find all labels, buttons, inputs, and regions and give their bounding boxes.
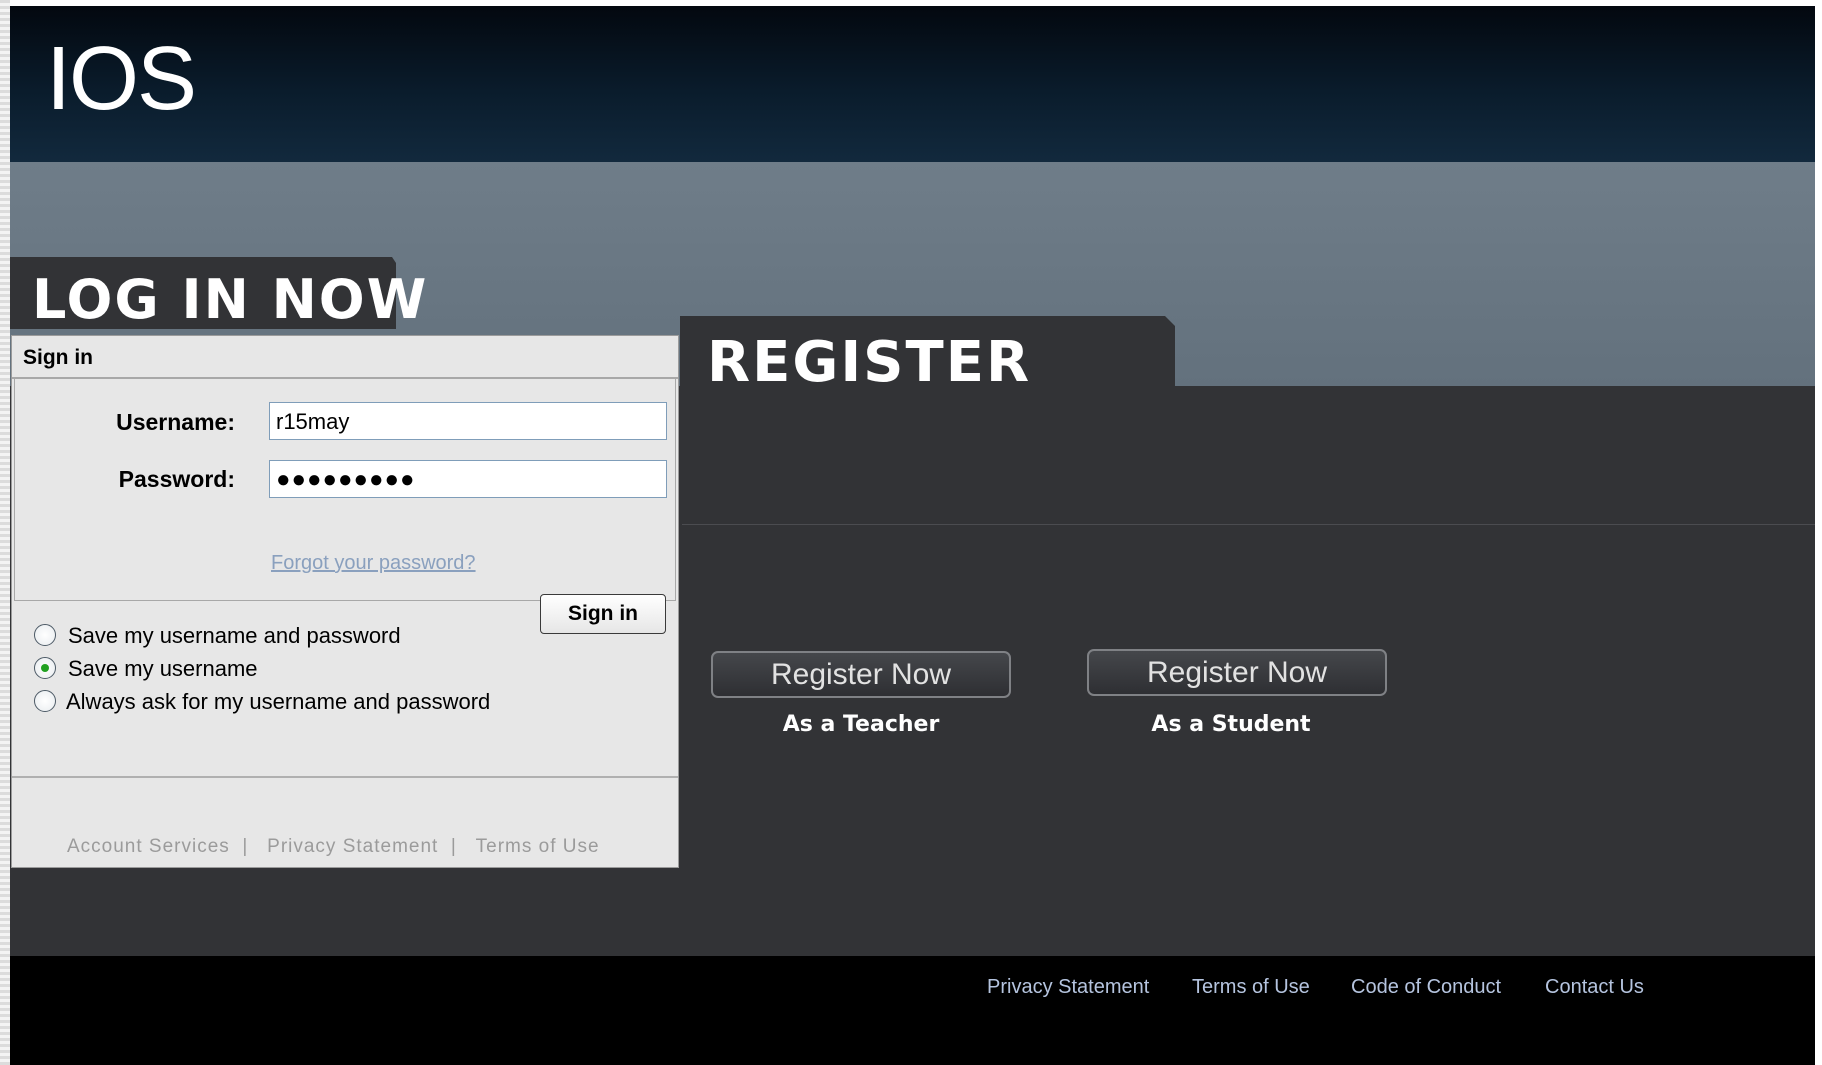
signin-heading: Sign in bbox=[23, 346, 93, 369]
register-divider bbox=[682, 524, 1815, 525]
username-field[interactable]: r15may bbox=[269, 402, 667, 440]
signin-form: Username: r15may Password: ●●●●●●●●● For… bbox=[14, 379, 676, 634]
radio-checked-icon[interactable] bbox=[34, 657, 56, 679]
forgot-password-link[interactable]: Forgot your password? bbox=[271, 552, 476, 575]
option-label: Save my username and password bbox=[68, 623, 401, 648]
account-services-link[interactable]: Account Services bbox=[67, 836, 230, 858]
register-student-button[interactable]: Register Now bbox=[1087, 649, 1387, 696]
register-title: REGISTER bbox=[707, 330, 1032, 395]
footer-terms-link[interactable]: Terms of Use bbox=[1192, 976, 1310, 999]
link-separator: | bbox=[444, 836, 470, 857]
site-logo: IOS bbox=[46, 29, 197, 129]
footer-conduct-link[interactable]: Code of Conduct bbox=[1351, 976, 1501, 999]
signin-button[interactable]: Sign in bbox=[540, 594, 666, 634]
left-edge-stripe bbox=[0, 0, 10, 1065]
footer-privacy-link[interactable]: Privacy Statement bbox=[987, 976, 1149, 999]
link-separator: | bbox=[236, 836, 261, 857]
page-frame: IOS LOG IN NOW REGISTER Sign in Username… bbox=[10, 6, 1815, 1065]
radio-unchecked-icon[interactable] bbox=[34, 690, 56, 712]
privacy-statement-link[interactable]: Privacy Statement bbox=[267, 836, 438, 858]
site-footer: Privacy Statement Terms of Use Code of C… bbox=[10, 956, 1815, 1065]
terms-of-use-link[interactable]: Terms of Use bbox=[476, 836, 600, 858]
signin-panel: Sign in Username: r15may Password: ●●●●●… bbox=[11, 335, 679, 868]
panel-divider bbox=[12, 776, 678, 778]
radio-unchecked-icon[interactable] bbox=[34, 624, 56, 646]
login-title: LOG IN NOW bbox=[32, 268, 429, 331]
register-teacher-caption: As a Teacher bbox=[782, 712, 940, 737]
password-label: Password: bbox=[118, 466, 235, 492]
register-teacher-button[interactable]: Register Now bbox=[711, 651, 1011, 698]
footer-contact-link[interactable]: Contact Us bbox=[1545, 976, 1644, 999]
panel-links: Account Services | Privacy Statement | T… bbox=[67, 836, 600, 858]
signin-panel-header: Sign in bbox=[12, 336, 678, 379]
site-header: IOS bbox=[10, 6, 1815, 162]
password-field[interactable]: ●●●●●●●●● bbox=[269, 460, 667, 498]
option-label: Save my username bbox=[68, 656, 258, 681]
option-label: Always ask for my username and password bbox=[66, 689, 491, 714]
register-student-caption: As a Student bbox=[1151, 712, 1311, 737]
username-label: Username: bbox=[116, 409, 235, 435]
